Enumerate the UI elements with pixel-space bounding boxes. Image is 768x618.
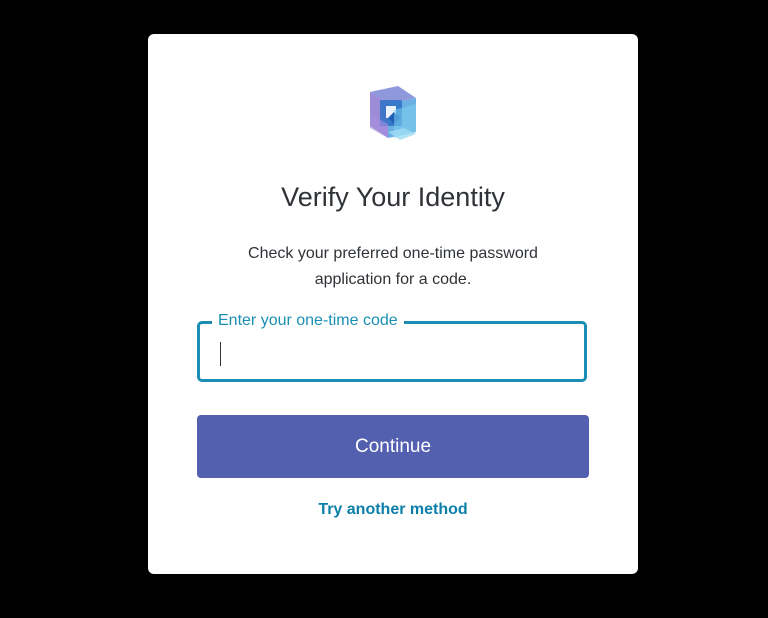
instruction-text: Check your preferred one-time password a… bbox=[208, 241, 578, 293]
otp-input[interactable] bbox=[216, 336, 566, 366]
instruction-line-1: Check your preferred one-time password bbox=[248, 245, 538, 262]
page-title: Verify Your Identity bbox=[281, 182, 505, 212]
try-another-method-link[interactable]: Try another method bbox=[148, 501, 638, 519]
text-caret bbox=[220, 342, 221, 366]
instruction-line-2: application for a code. bbox=[314, 271, 472, 288]
otp-field-label: Enter your one-time code bbox=[212, 311, 404, 331]
continue-button[interactable]: Continue bbox=[197, 415, 589, 478]
cube-logo-icon bbox=[370, 86, 416, 140]
verification-card: Verify Your Identity Check your preferre… bbox=[148, 34, 638, 574]
otp-field[interactable]: Enter your one-time code bbox=[197, 311, 587, 382]
